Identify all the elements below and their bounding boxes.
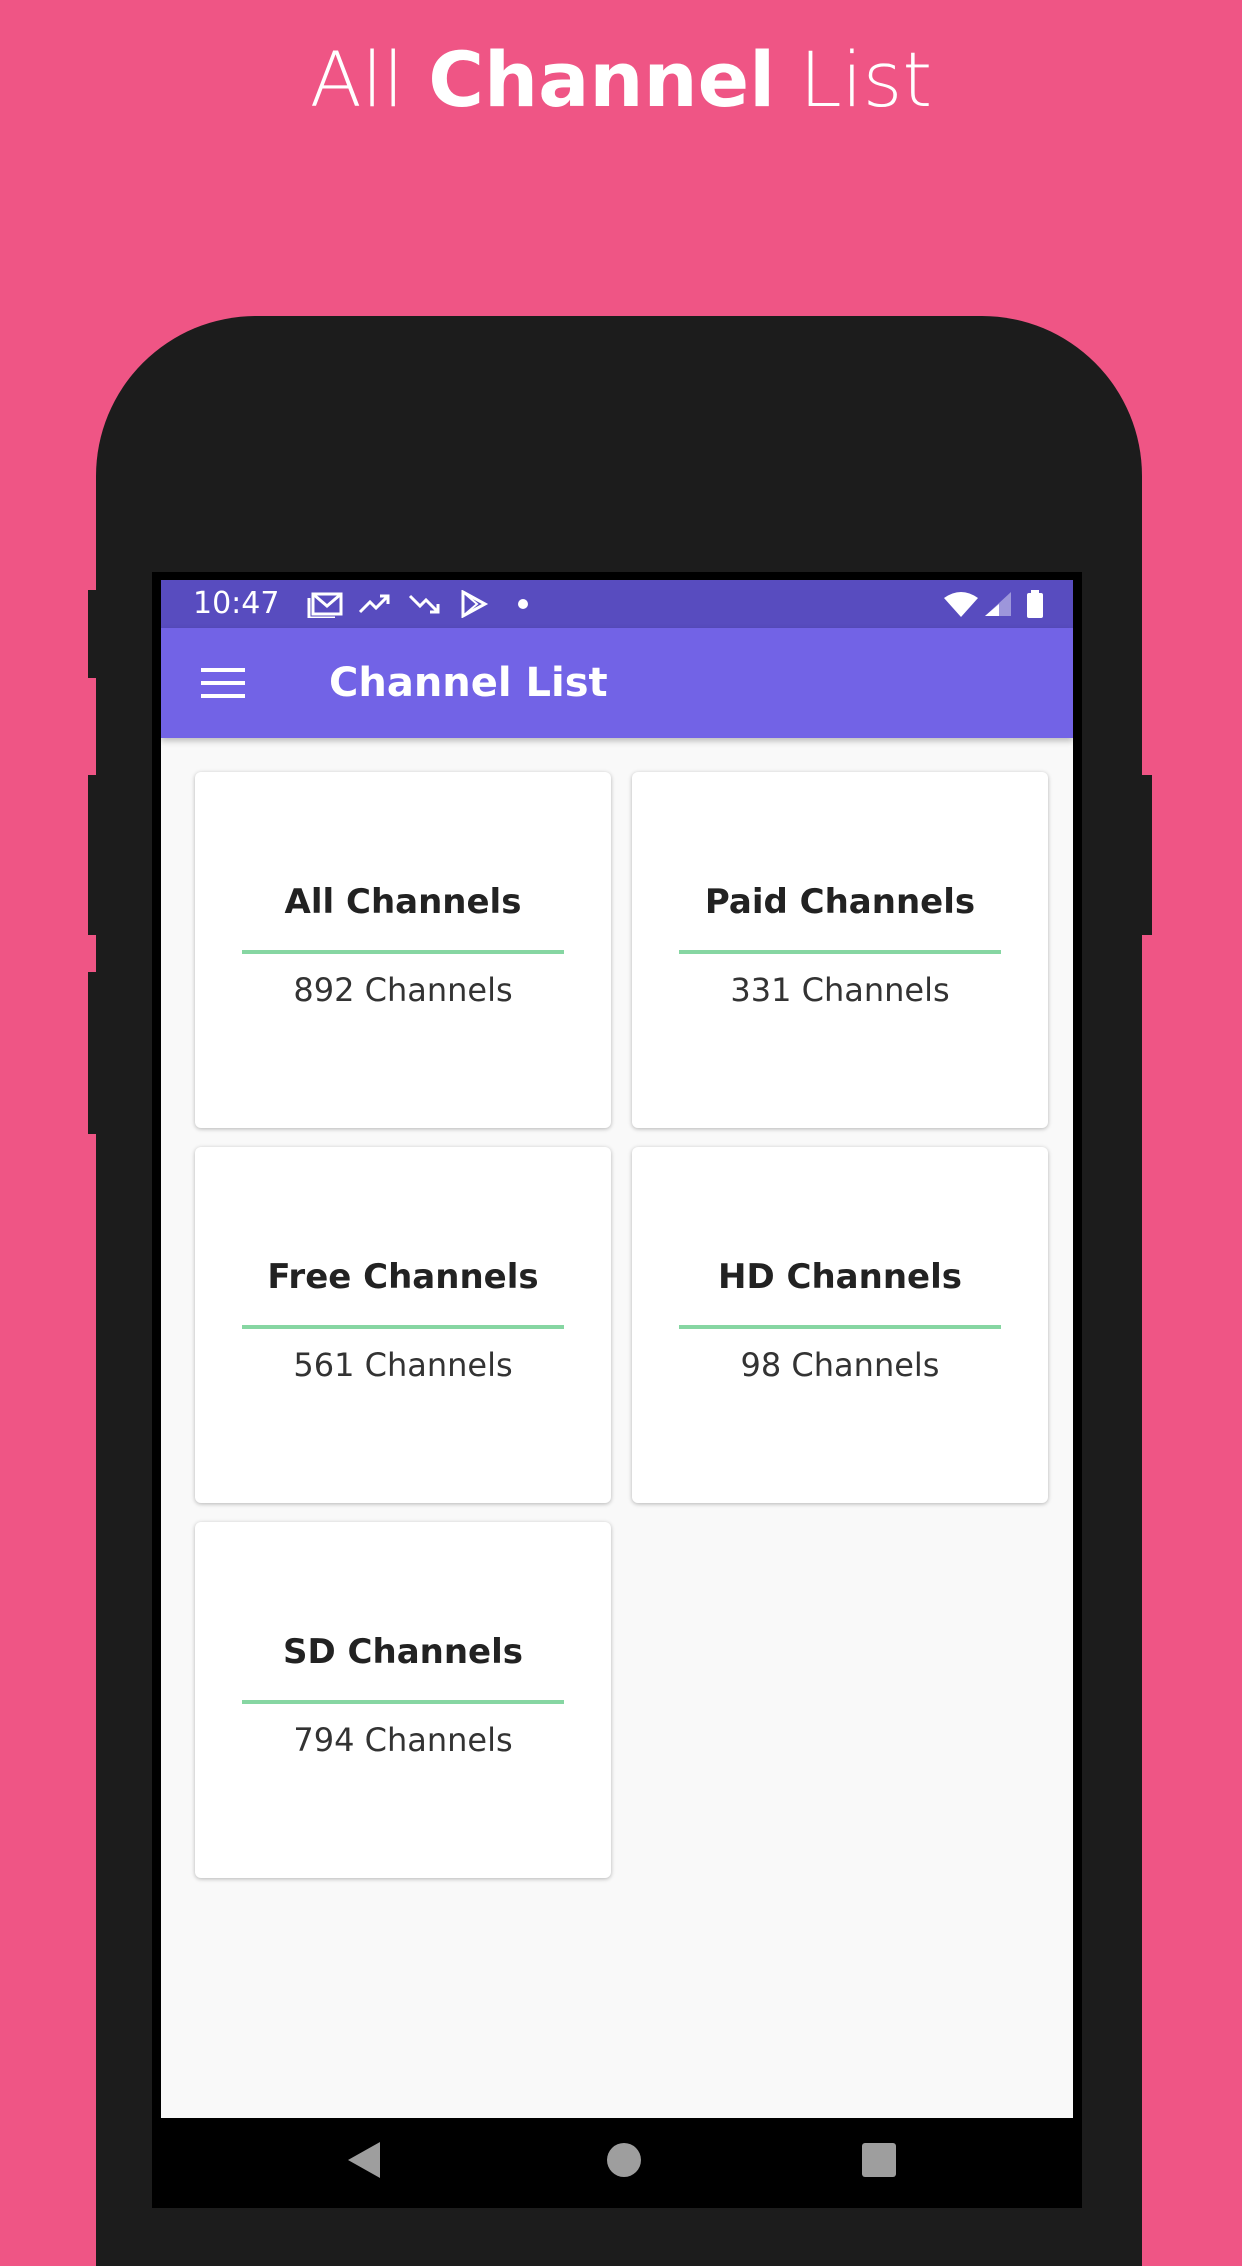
card-count: 794 Channels <box>293 1721 513 1759</box>
system-nav-bar <box>152 2118 1082 2208</box>
status-time: 10:47 <box>193 586 280 621</box>
card-title: SD Channels <box>282 1632 523 1672</box>
trending-down-icon <box>408 594 440 614</box>
card-count: 331 Channels <box>730 971 950 1009</box>
card-title: Free Channels <box>267 1257 539 1297</box>
card-all-channels[interactable]: All Channels 892 Channels <box>195 772 611 1128</box>
status-bar: 10:47 <box>161 580 1073 628</box>
card-count: 892 Channels <box>293 971 513 1009</box>
card-hd-channels[interactable]: HD Channels 98 Channels <box>632 1147 1048 1503</box>
card-count: 561 Channels <box>293 1346 513 1384</box>
app-bar: Channel List <box>161 628 1073 738</box>
card-title: HD Channels <box>718 1257 962 1297</box>
card-divider <box>242 950 564 954</box>
headline-word-all: All <box>309 35 405 124</box>
home-icon[interactable] <box>604 2140 644 2180</box>
app-title: Channel List <box>329 660 608 706</box>
recents-icon[interactable] <box>860 2140 900 2180</box>
trending-up-icon <box>358 594 390 614</box>
card-title: Paid Channels <box>704 882 976 922</box>
channel-grid: All Channels 892 Channels Paid Channels … <box>161 738 1073 2118</box>
card-divider <box>242 1700 564 1704</box>
headline-word-list: List <box>799 35 933 124</box>
headline-word-channel: Channel <box>428 35 776 124</box>
card-free-channels[interactable]: Free Channels 561 Channels <box>195 1147 611 1503</box>
card-divider <box>679 1325 1001 1329</box>
wifi-icon <box>944 592 978 617</box>
promo-headline: All Channel List <box>0 30 1242 130</box>
dot-icon <box>518 599 528 609</box>
card-sd-channels[interactable]: SD Channels 794 Channels <box>195 1522 611 1878</box>
back-icon[interactable] <box>344 2140 384 2180</box>
phone-screen: 10:47 Channel List All Channels 892 Chan… <box>152 572 1082 2208</box>
gmail-icon <box>307 592 343 618</box>
card-paid-channels[interactable]: Paid Channels 331 Channels <box>632 772 1048 1128</box>
card-title: All Channels <box>284 882 522 922</box>
card-divider <box>679 950 1001 954</box>
card-divider <box>242 1325 564 1329</box>
battery-icon <box>1027 590 1043 618</box>
menu-icon[interactable] <box>201 668 245 698</box>
play-store-icon <box>461 590 489 618</box>
card-count: 98 Channels <box>740 1346 940 1384</box>
signal-icon <box>985 592 1011 616</box>
